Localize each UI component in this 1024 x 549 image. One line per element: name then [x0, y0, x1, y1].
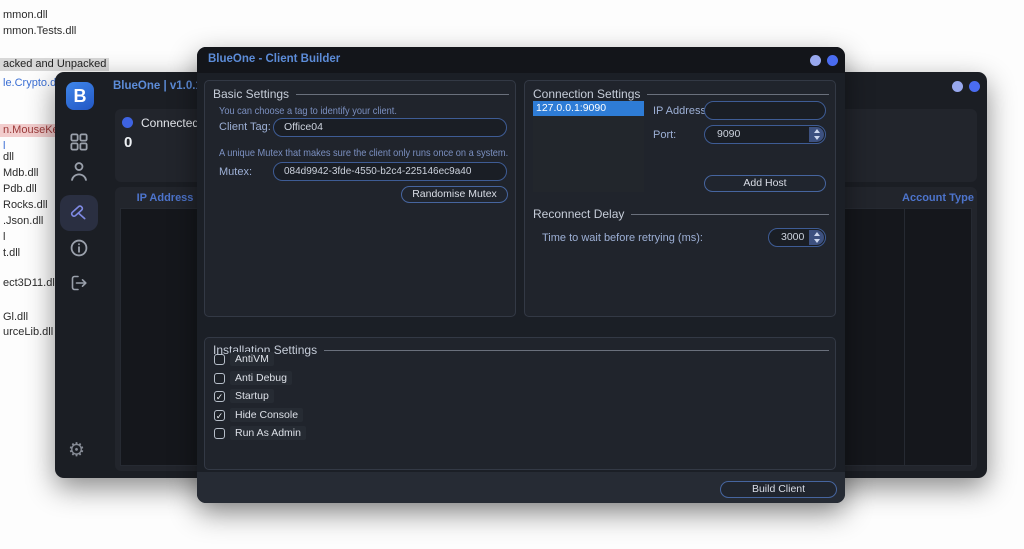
client-tag-label: Client Tag:: [219, 121, 271, 133]
checkbox-icon[interactable]: [214, 354, 225, 365]
column-divider: [904, 209, 905, 465]
checkbox-icon[interactable]: ✓: [214, 391, 225, 402]
client-tag-input[interactable]: Office04: [273, 118, 507, 137]
reconnect-delay-spinner[interactable]: 3000: [768, 228, 826, 247]
reconnect-delay-title: Reconnect Delay: [533, 207, 624, 221]
checkbox-run-as-admin[interactable]: Run As Admin: [214, 426, 306, 440]
client-builder-dialog: BlueOne - Client Builder Basic Settings …: [197, 47, 845, 503]
reconnect-delay-value: 3000: [781, 231, 804, 243]
file-list-item[interactable]: ect3D11.dll: [0, 277, 60, 290]
checkbox-icon[interactable]: ✓: [214, 410, 225, 421]
dialog-close-button[interactable]: [827, 55, 838, 66]
mutex-input[interactable]: 084d9942-3fde-4550-b2c4-225146ec9a40: [273, 162, 507, 181]
checkbox-label: Anti Debug: [230, 371, 292, 385]
client-tag-hint: You can choose a tag to identify your cl…: [219, 105, 397, 117]
settings-gear-icon[interactable]: ⚙: [68, 441, 85, 461]
port-spinner[interactable]: 9090: [704, 125, 826, 144]
divider: [324, 350, 829, 351]
checkbox-label: AntiVM: [230, 352, 274, 366]
dialog-footer: Build Client: [197, 472, 845, 503]
connection-settings-title: Connection Settings: [533, 87, 640, 101]
checkbox-label: Hide Console: [230, 408, 303, 422]
hosts-listbox[interactable]: 127.0.0.1:9090: [533, 101, 644, 192]
ip-address-label: IP Address:: [653, 105, 709, 117]
connected-clients-count: 0: [124, 134, 132, 151]
checkbox-antivm[interactable]: AntiVM: [214, 352, 274, 366]
port-label: Port:: [653, 129, 676, 141]
basic-settings-title: Basic Settings: [213, 87, 289, 101]
dialog-title: BlueOne - Client Builder: [208, 53, 340, 65]
file-list-item[interactable]: urceLib.dll: [0, 326, 56, 339]
divider: [296, 94, 509, 95]
spinner-arrows-icon[interactable]: [809, 127, 824, 142]
installation-settings-panel: Installation Settings AntiVM Anti Debug …: [204, 337, 836, 470]
minimize-button[interactable]: [952, 81, 963, 92]
file-list-item[interactable]: l: [0, 231, 8, 244]
checkbox-hide-console[interactable]: ✓ Hide Console: [214, 408, 303, 422]
file-list-item[interactable]: .Json.dll: [0, 215, 46, 228]
app-logo: B: [66, 82, 94, 110]
add-host-button[interactable]: Add Host: [704, 175, 826, 192]
info-icon[interactable]: [70, 239, 88, 257]
build-client-button[interactable]: Build Client: [720, 481, 837, 498]
logout-icon[interactable]: [70, 274, 88, 292]
file-list-item[interactable]: mmon.Tests.dll: [0, 25, 79, 38]
builder-hammer-icon-active[interactable]: [60, 195, 98, 231]
file-list-item[interactable]: Rocks.dll: [0, 199, 51, 212]
file-list-item[interactable]: Gl.dll: [0, 311, 31, 324]
file-list-item[interactable]: mmon.dll: [0, 9, 51, 22]
dialog-titlebar[interactable]: BlueOne - Client Builder: [197, 47, 845, 73]
connection-settings-panel: Connection Settings 127.0.0.1:9090 IP Ad…: [524, 80, 836, 317]
basic-settings-panel: Basic Settings You can choose a tag to i…: [204, 80, 516, 317]
spinner-arrows-icon[interactable]: [809, 230, 824, 245]
file-list-item[interactable]: t.dll: [0, 247, 23, 260]
divider: [647, 94, 829, 95]
column-header-account-type[interactable]: Account Type: [901, 192, 975, 204]
checkbox-anti-debug[interactable]: Anti Debug: [214, 371, 292, 385]
mutex-hint: A unique Mutex that makes sure the clien…: [219, 147, 508, 159]
clients-person-icon[interactable]: [70, 161, 88, 182]
checkbox-icon[interactable]: [214, 373, 225, 384]
divider: [631, 214, 829, 215]
file-list-item[interactable]: Mdb.dll: [0, 167, 41, 180]
status-dot-icon: [122, 117, 133, 128]
dashboard-grid-icon[interactable]: [70, 133, 88, 151]
close-button[interactable]: [969, 81, 980, 92]
file-list-item-selected[interactable]: acked and Unpacked: [0, 58, 109, 71]
port-value: 9090: [717, 128, 740, 140]
mutex-label: Mutex:: [219, 166, 252, 178]
checkbox-label: Run As Admin: [230, 426, 306, 440]
checkbox-icon[interactable]: [214, 428, 225, 439]
ip-address-input[interactable]: [704, 101, 826, 120]
host-list-item-selected[interactable]: 127.0.0.1:9090: [533, 101, 644, 116]
checkbox-label: Startup: [230, 389, 274, 403]
file-list-item[interactable]: Pdb.dll: [0, 183, 40, 196]
desktop: mmon.dll mmon.Tests.dll acked and Unpack…: [0, 0, 1024, 549]
reconnect-delay-label: Time to wait before retrying (ms):: [542, 232, 703, 244]
randomise-mutex-button[interactable]: Randomise Mutex: [401, 186, 508, 203]
file-list-item[interactable]: dll: [0, 151, 17, 164]
dialog-minimize-button[interactable]: [810, 55, 821, 66]
checkbox-startup[interactable]: ✓ Startup: [214, 389, 274, 403]
